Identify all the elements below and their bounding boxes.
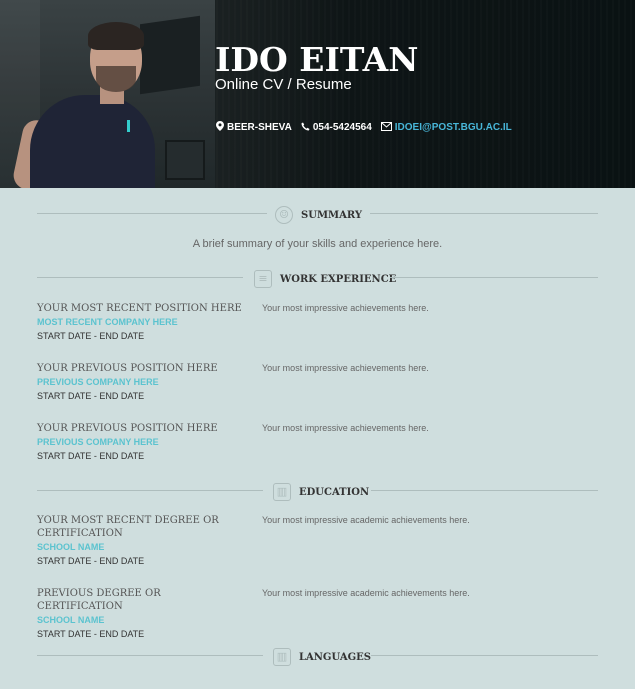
position-title: YOUR PREVIOUS POSITION HERE — [37, 363, 218, 374]
languages-heading: ▥ LANGUAGES — [37, 645, 598, 666]
position-title: YOUR PREVIOUS POSITION HERE — [37, 423, 218, 434]
work-experience-heading: ≡ WORK EXPERIENCE — [37, 267, 598, 288]
location-text: BEER-SHEVA — [227, 122, 292, 133]
school-name: SCHOOL NAME — [37, 542, 105, 552]
company-name: MOST RECENT COMPANY HERE — [37, 317, 178, 327]
degree-title: PREVIOUS DEGREE OR CERTIFICATION — [37, 588, 161, 612]
map-marker-icon — [216, 121, 224, 134]
work-experience-title: WORK EXPERIENCE — [280, 273, 397, 285]
languages-title: LANGUAGES — [299, 651, 372, 663]
education-item: PREVIOUS DEGREE OR CERTIFICATION SCHOOL … — [37, 587, 598, 641]
education-heading: ▥ EDUCATION — [37, 480, 598, 501]
degree-title: YOUR MOST RECENT DEGREE OR CERTIFICATION — [37, 515, 219, 539]
company-name: PREVIOUS COMPANY HERE — [37, 377, 159, 387]
divider — [390, 277, 598, 278]
person-name: IDO EITAN — [215, 40, 419, 79]
summary-heading: ☺ SUMMARY — [37, 203, 598, 224]
date-range: START DATE - END DATE — [37, 391, 145, 401]
scroll-icon: ≡ — [254, 270, 272, 288]
divider — [371, 490, 598, 491]
summary-text: A brief summary of your skills and exper… — [192, 238, 443, 250]
achievements-text: Your most impressive academic achievemen… — [262, 515, 470, 525]
achievements-text: Your most impressive academic achievemen… — [262, 588, 470, 598]
divider — [370, 213, 598, 214]
contact-phone: 054-5424564 — [301, 122, 372, 134]
contact-location: BEER-SHEVA — [216, 121, 292, 134]
divider — [37, 277, 243, 278]
book-icon: ▥ — [273, 483, 291, 501]
contact-info: BEER-SHEVA 054-5424564 IDOEI@POST.BGU.AC… — [216, 121, 521, 134]
phone-text: 054-5424564 — [312, 122, 372, 133]
user-icon: ☺ — [275, 206, 293, 224]
date-range: START DATE - END DATE — [37, 556, 145, 566]
header: IDO EITAN Online CV / Resume BEER-SHEVA … — [0, 0, 635, 188]
envelope-icon — [380, 121, 392, 134]
date-range: START DATE - END DATE — [37, 451, 145, 461]
contact-email[interactable]: IDOEI@POST.BGU.AC.IL — [380, 121, 512, 134]
divider — [37, 490, 263, 491]
page-subtitle: Online CV / Resume — [215, 76, 352, 93]
phone-icon — [301, 122, 310, 134]
divider — [37, 213, 267, 214]
position-title: YOUR MOST RECENT POSITION HERE — [37, 303, 242, 314]
date-range: START DATE - END DATE — [37, 629, 145, 639]
divider — [37, 655, 263, 656]
profile-photo — [0, 0, 215, 188]
email-link[interactable]: IDOEI@POST.BGU.AC.IL — [395, 122, 512, 133]
work-item: YOUR PREVIOUS POSITION HERE PREVIOUS COM… — [37, 422, 598, 463]
achievements-text: Your most impressive achievements here. — [262, 423, 429, 433]
work-item: YOUR PREVIOUS POSITION HERE PREVIOUS COM… — [37, 362, 598, 403]
work-item: YOUR MOST RECENT POSITION HERE MOST RECE… — [37, 302, 598, 343]
book-icon: ▥ — [273, 648, 291, 666]
date-range: START DATE - END DATE — [37, 331, 145, 341]
achievements-text: Your most impressive achievements here. — [262, 303, 429, 313]
summary-title: SUMMARY — [301, 209, 362, 221]
achievements-text: Your most impressive achievements here. — [262, 363, 429, 373]
company-name: PREVIOUS COMPANY HERE — [37, 437, 159, 447]
education-item: YOUR MOST RECENT DEGREE OR CERTIFICATION… — [37, 514, 598, 568]
divider — [371, 655, 598, 656]
school-name: SCHOOL NAME — [37, 615, 105, 625]
education-title: EDUCATION — [299, 486, 370, 498]
